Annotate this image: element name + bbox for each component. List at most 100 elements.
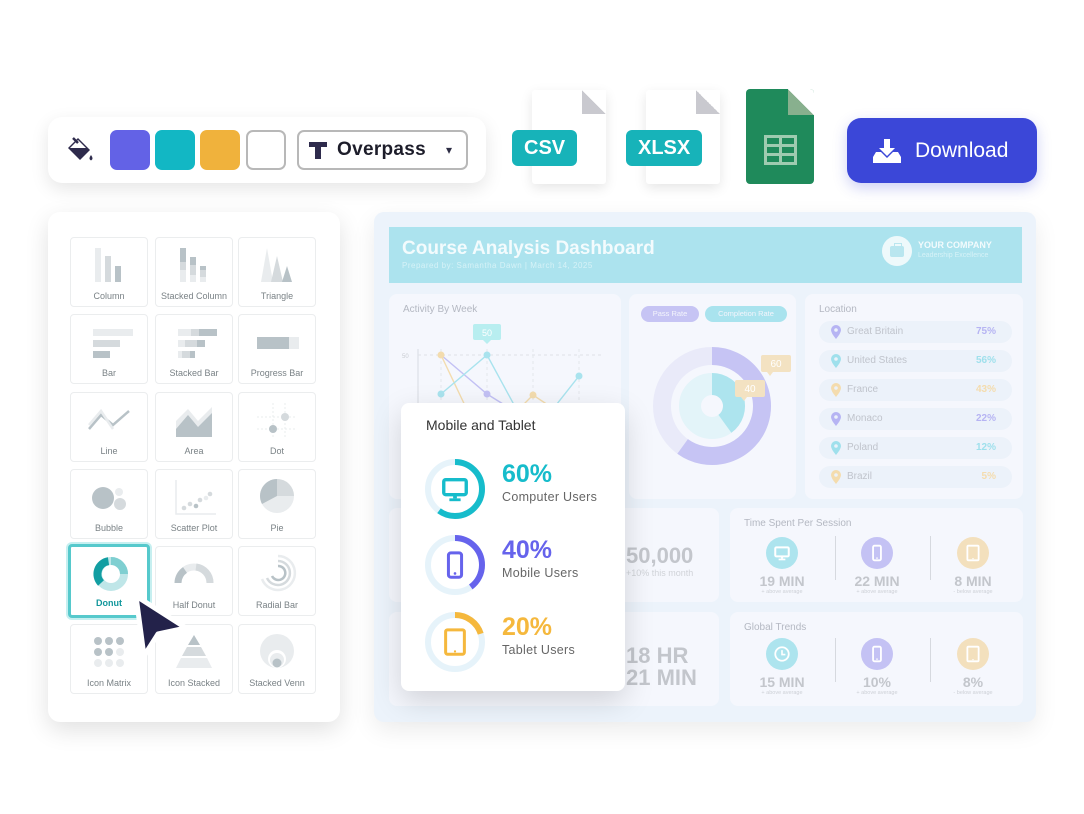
chart-type-label: Icon Matrix (86, 678, 131, 688)
metric-note: + above average (761, 589, 803, 595)
device-share-label: Computer Users (502, 490, 598, 504)
file-fold (582, 90, 606, 114)
half-donut-icon (174, 563, 214, 584)
download-button[interactable]: Download (847, 118, 1037, 183)
metric-value: 8 MIN (954, 573, 992, 589)
device-share-label: Tablet Users (502, 643, 576, 657)
dashboard-title: Course Analysis Dashboard (402, 238, 655, 259)
csv-file-button[interactable]: CSV (512, 90, 606, 184)
chart-type-label: Bubble (94, 523, 124, 533)
chart-type-label: Radial Bar (255, 600, 299, 610)
briefcase-icon (882, 236, 912, 266)
location-card: Location Great Britain 75% United States 56… (805, 294, 1023, 499)
chart-type-label: Area (184, 446, 204, 456)
metric-note: + above average (856, 589, 898, 595)
chart-type-label: Stacked Venn (249, 678, 305, 688)
total-time-hours: 18 HR (626, 643, 689, 668)
company-name: YOUR COMPANY (918, 240, 992, 250)
style-toolbar: Overpass ▾ (48, 117, 486, 183)
chart-type-stacked-bar[interactable]: Stacked Bar (155, 314, 233, 384)
location-country: Poland (847, 442, 879, 453)
location-row: Monaco 22% (819, 408, 1012, 430)
device-share-percent: 20% (502, 613, 553, 641)
location-country: United States (847, 355, 908, 366)
chart-type-line[interactable]: Line (70, 392, 148, 462)
map-pin-icon (831, 325, 841, 339)
font-select[interactable]: Overpass ▾ (297, 130, 468, 170)
chart-type-bubble[interactable]: Bubble (70, 469, 148, 539)
metric-value: 22 MIN (854, 573, 900, 589)
location-row: Great Britain 75% (819, 321, 1012, 343)
point (575, 372, 583, 380)
chart-type-triangle[interactable]: Triangle (238, 237, 316, 307)
metric-value: 19 MIN (759, 573, 805, 589)
point (437, 390, 445, 398)
point (483, 351, 491, 359)
chart-type-label: Stacked Column (160, 291, 228, 301)
metric-note: + above average (761, 690, 803, 696)
chart-type-picker: Column Stacked Column Triangle Bar Stacked B… (48, 212, 340, 722)
donut-chart-icon (93, 557, 128, 591)
metric-value: 8% (962, 674, 984, 690)
xlsx-file-button[interactable]: XLSX (626, 90, 720, 184)
completion-callout: 40 (744, 384, 756, 395)
text-t-icon (307, 139, 329, 161)
device-share-label: Mobile Users (502, 566, 579, 580)
chart-type-label: Bar (101, 368, 116, 378)
stacked-column-icon (180, 248, 206, 282)
chart-type-label: Triangle (260, 291, 294, 301)
dot-chart-icon (257, 403, 297, 439)
xlsx-badge: XLSX (626, 130, 703, 166)
company-tagline: Leadership Excellence (918, 252, 989, 259)
chart-type-dot[interactable]: Dot (238, 392, 316, 462)
callout-label: 50 (482, 328, 492, 338)
bar-chart-icon (93, 329, 133, 358)
chart-type-label: Scatter Plot (170, 523, 218, 533)
divider (930, 536, 931, 580)
global-trends-card: Global Trends 15 MIN + above average 10% + … (730, 612, 1023, 706)
device-share-row: 60% Computer Users (423, 457, 623, 521)
chart-type-pie[interactable]: Pie (238, 469, 316, 539)
metric-item: 10% + above average (837, 638, 917, 696)
time-per-session-title: Time Spent Per Session (744, 518, 852, 529)
metric-item: 8% - below average (933, 638, 1013, 696)
chart-type-label: Icon Stacked (167, 678, 221, 688)
chart-type-column[interactable]: Column (70, 237, 148, 307)
chart-type-stacked-venn[interactable]: Stacked Venn (238, 624, 316, 694)
mobile-tablet-card: Mobile and Tablet 60% Computer Users 40% Mo… (401, 403, 625, 691)
chart-type-area[interactable]: Area (155, 392, 233, 462)
divider (835, 638, 836, 682)
swatch-purple[interactable] (110, 130, 150, 170)
chart-type-scatter-plot[interactable]: Scatter Plot (155, 469, 233, 539)
google-sheets-icon[interactable] (746, 89, 814, 184)
chart-type-progress-bar[interactable]: Progress Bar (238, 314, 316, 384)
metric-note: + above average (856, 690, 898, 696)
font-name: Overpass (337, 139, 427, 160)
dashboard-subtitle: Prepared by: Samantha Dawn | March 14, 2… (402, 261, 593, 270)
map-pin-icon (831, 383, 841, 397)
location-row: United States 56% (819, 350, 1012, 372)
swatch-white[interactable] (246, 130, 286, 170)
device-share-percent: 60% (502, 460, 553, 488)
chart-type-label: Pie (270, 523, 284, 533)
chart-type-label: Stacked Bar (169, 368, 219, 378)
location-percent: 22% (975, 413, 996, 424)
map-pin-icon (831, 412, 841, 426)
swatch-amber[interactable] (200, 130, 240, 170)
divider (930, 638, 931, 682)
chart-type-bar[interactable]: Bar (70, 314, 148, 384)
file-fold-shade (788, 89, 814, 115)
metric-item: 22 MIN + above average (837, 537, 917, 595)
clock-icon (766, 638, 798, 670)
location-percent: 5% (981, 471, 996, 482)
chart-type-stacked-column[interactable]: Stacked Column (155, 237, 233, 307)
location-percent: 56% (975, 355, 996, 366)
chart-type-radial-bar[interactable]: Radial Bar (238, 546, 316, 616)
paint-bucket-icon[interactable] (64, 134, 96, 166)
location-row: Poland 12% (819, 437, 1012, 459)
triangle-chart-icon (261, 248, 292, 282)
location-title: Location (819, 304, 857, 315)
pass-callout: 60 (770, 359, 782, 370)
swatch-teal[interactable] (155, 130, 195, 170)
radial-bar-icon (260, 554, 297, 592)
